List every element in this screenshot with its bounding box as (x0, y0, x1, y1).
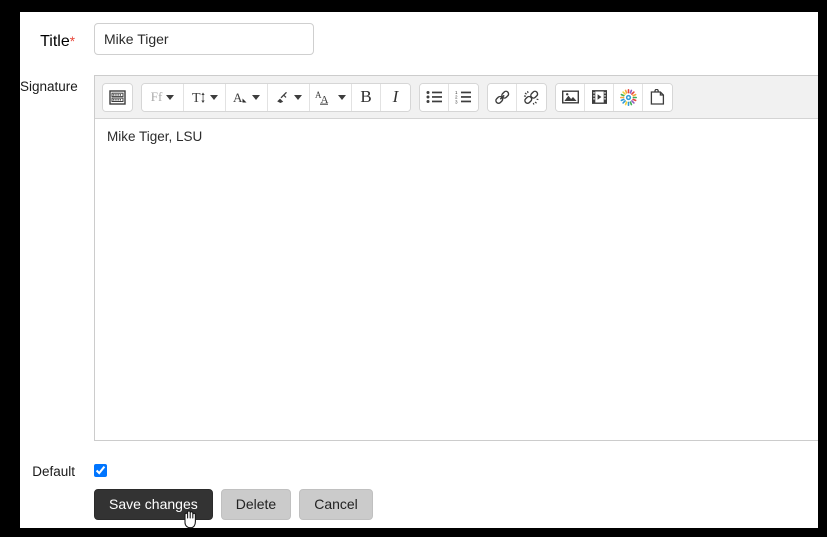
list-group: 1 2 3 (419, 82, 479, 112)
insert-emoji-button[interactable] (614, 83, 643, 111)
chevron-down-icon (338, 94, 346, 100)
signature-settings-page: Title* Signature (20, 12, 818, 528)
insert-group (102, 82, 133, 112)
save-changes-button[interactable]: Save changes (94, 489, 213, 520)
chevron-down-icon (294, 94, 302, 100)
font-family-icon: Ff (150, 89, 163, 104)
format-group: Ff T A A A B I (141, 82, 411, 112)
default-label: Default (32, 464, 75, 479)
title-label: Title (40, 33, 70, 50)
cancel-button[interactable]: Cancel (299, 489, 373, 520)
font-size-button[interactable]: T (184, 83, 226, 111)
default-label-wrap: Default (20, 463, 75, 481)
highlight-color-button[interactable] (268, 83, 310, 111)
italic-icon: I (392, 87, 399, 106)
bulleted-list-button[interactable] (420, 83, 449, 111)
font-family-button[interactable]: Ff (142, 83, 184, 111)
signature-editor: Ff T A A A B I 1 2 3 Mike Tiger, LSU (94, 75, 818, 441)
image-icon (561, 90, 579, 104)
bulleted-list-icon (426, 90, 443, 104)
bold-button[interactable]: B (352, 83, 381, 111)
text-color-button[interactable]: A (226, 83, 268, 111)
text-color-icon: A (233, 90, 248, 105)
font-size-icon: T (192, 90, 206, 105)
numbered-list-icon: 1 2 3 (455, 90, 472, 104)
clipboard-icon (650, 89, 665, 105)
italic-button[interactable]: I (381, 83, 410, 111)
chevron-down-icon (252, 94, 260, 100)
required-asterisk: * (69, 34, 75, 49)
svg-text:3: 3 (455, 99, 458, 104)
chevron-down-icon (209, 94, 218, 100)
editor-toolbar: Ff T A A A B I 1 2 3 (95, 76, 818, 119)
delete-button[interactable]: Delete (220, 489, 292, 520)
bold-icon: B (360, 87, 372, 106)
screenshot-frame: Title* Signature (0, 0, 827, 537)
link-group (487, 82, 547, 112)
special-character-button[interactable] (103, 83, 132, 111)
unlink-icon (523, 90, 540, 105)
remove-link-button[interactable] (517, 83, 546, 111)
signature-editor-body[interactable]: Mike Tiger, LSU (95, 119, 818, 440)
insert-video-button[interactable] (585, 83, 614, 111)
signature-content: Mike Tiger, LSU (107, 129, 203, 144)
text-style-icon: A A (315, 90, 334, 105)
link-icon (494, 90, 511, 105)
media-group (555, 82, 673, 112)
keyboard-icon (109, 89, 126, 105)
svg-text:T: T (192, 91, 201, 105)
chevron-down-icon (166, 94, 175, 100)
insert-link-button[interactable] (488, 83, 517, 111)
highlighter-icon (275, 90, 290, 105)
title-input[interactable] (94, 23, 314, 55)
starburst-icon (619, 88, 637, 106)
action-buttons: Save changes Delete Cancel (94, 489, 373, 520)
film-icon (591, 90, 607, 104)
text-style-button[interactable]: A A (310, 83, 352, 111)
default-checkbox[interactable] (94, 464, 107, 477)
svg-text:A: A (233, 90, 243, 105)
title-label-wrap: Title* (20, 33, 75, 51)
paste-button[interactable] (643, 83, 672, 111)
insert-image-button[interactable] (556, 83, 585, 111)
signature-label: Signature (20, 79, 78, 94)
svg-text:A: A (321, 94, 329, 105)
signature-label-wrap: Signature (20, 78, 92, 96)
numbered-list-button[interactable]: 1 2 3 (449, 83, 478, 111)
